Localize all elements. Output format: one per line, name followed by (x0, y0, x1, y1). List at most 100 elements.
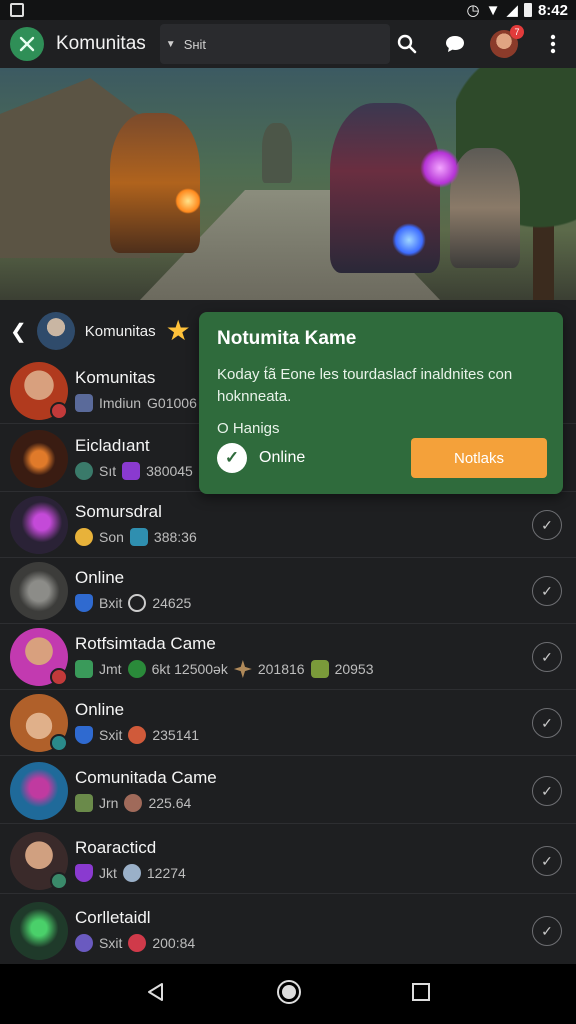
list-item[interactable]: Corlletaidl Sxit 200:84 ✓ (0, 896, 576, 964)
notification-popup: Notumita Kame Koday t́ã Eone les tourdas… (199, 312, 563, 494)
status-badge (50, 668, 68, 686)
item-title: Comunitada Came (75, 768, 217, 787)
item-title: Online (75, 700, 125, 719)
check-button[interactable]: ✓ (532, 776, 562, 806)
game-banner-image[interactable]: 0 ⚘ (0, 68, 576, 300)
battery-icon (523, 3, 532, 17)
spark-icon (233, 660, 252, 678)
shield-icon (75, 726, 93, 744)
check-button[interactable]: ✓ (532, 846, 562, 876)
banner-fire-effect (175, 188, 201, 214)
wifi-icon: ▼ (485, 1, 501, 19)
check-button[interactable]: ✓ (532, 576, 562, 606)
rank-icon (129, 528, 148, 546)
list-item[interactable]: Online Sxit 235141 ✓ (0, 688, 576, 756)
item-meta: Bxit 24625 (75, 594, 191, 612)
check-button[interactable]: ✓ (532, 708, 562, 738)
emoji-icon (124, 794, 143, 812)
home-icon[interactable] (276, 979, 302, 1010)
list-item[interactable]: Roaracticd Jkt 12274 ✓ (0, 826, 576, 894)
banner-magic-effect (420, 148, 460, 188)
status-badge (50, 734, 68, 752)
check-button[interactable]: ✓ (532, 642, 562, 672)
banner-character-knight (450, 148, 520, 268)
item-meta: Jrn 225.64 (75, 794, 191, 812)
rank-icon (75, 934, 93, 952)
list-header-title: Komunitas (84, 322, 156, 340)
status-bar: ◷ ▼ ◢ 8:42 (0, 0, 576, 20)
status-badge (50, 872, 68, 890)
emoji-icon (128, 934, 147, 952)
emoji-icon (122, 864, 141, 882)
item-meta: Son 388:36 (75, 528, 197, 546)
profile-avatar[interactable]: 7 (490, 25, 524, 58)
checkmark-icon[interactable]: ✓ (217, 443, 247, 473)
item-title: Rotfsimtada Came (75, 634, 216, 653)
more-vertical-icon[interactable] (540, 31, 566, 57)
avatar (10, 762, 68, 820)
avatar (10, 902, 68, 960)
item-meta: Imdiun G01006 (75, 394, 197, 412)
item-title: Eicladıant (75, 436, 150, 455)
gem-icon (122, 462, 141, 480)
check-button[interactable]: ✓ (532, 916, 562, 946)
badge-icon (310, 660, 329, 678)
banner-energy-effect (392, 223, 426, 257)
signal-icon: ◢ (506, 2, 518, 19)
banner-character-warrior (110, 113, 200, 253)
item-meta: Jkt 12274 (75, 864, 186, 882)
community-avatar (36, 312, 75, 350)
item-title: Komunitas (75, 368, 156, 387)
app-actions: 7 (394, 25, 566, 58)
avatar (10, 496, 68, 554)
list-item[interactable]: Comunitada Came Jrn 225.64 ✓ (0, 756, 576, 824)
back-icon[interactable] (145, 981, 167, 1008)
notification-badge: 7 (510, 25, 524, 39)
check-button[interactable]: ✓ (532, 510, 562, 540)
avatar (10, 562, 68, 620)
notlaks-button[interactable]: Notlaks (411, 438, 547, 478)
system-nav-bar (0, 964, 576, 1024)
popup-status-label: Online (259, 449, 306, 466)
list-item[interactable]: Rotfsimtada Came Jmt 6kt 12500ək 201816 … (0, 622, 576, 690)
rank-icon (75, 394, 93, 412)
list-item[interactable]: Online Bxit 24625 ✓ (0, 556, 576, 624)
emoji-icon (128, 726, 147, 744)
popup-actions: ✓ Online Notlaks (217, 438, 547, 478)
back-chevron-icon[interactable]: ❮ (10, 319, 27, 344)
item-meta: Sxit 200:84 (75, 934, 195, 952)
status-badge (50, 402, 68, 420)
app-bar: Komunitas ▼ Sнit 7 (0, 20, 576, 68)
search-icon[interactable] (394, 31, 420, 57)
close-x-logo-icon[interactable] (10, 27, 44, 61)
target-icon (128, 594, 147, 612)
item-title: Corlletaidl (75, 908, 151, 927)
item-title: Roaracticd (75, 838, 157, 857)
alarm-icon: ◷ (466, 2, 480, 19)
chat-bubble-icon[interactable] (442, 31, 468, 57)
rank-icon (75, 660, 93, 678)
shield-icon (75, 864, 93, 882)
list-item[interactable]: Somursdral Son 388:36 ✓ (0, 490, 576, 558)
popup-body: Koday t́ã Eone les tourdaslacf inaldnite… (217, 366, 513, 405)
item-meta: Sxit 235141 (75, 726, 199, 744)
emoji-icon (75, 528, 93, 546)
rank-icon (75, 794, 93, 812)
recents-icon[interactable] (411, 982, 431, 1007)
dropdown-caret-icon[interactable]: ▼ (166, 39, 176, 50)
item-title: Somursdral (75, 502, 162, 521)
clock: 8:42 (537, 1, 568, 19)
app-title: Komunitas (56, 33, 146, 54)
rank-icon (75, 462, 93, 480)
popup-subtitle: O Hanigs (217, 420, 280, 437)
item-meta: Jmt 6kt 12500ək 201816 20953 (75, 660, 374, 678)
app-notification-icon (10, 3, 24, 17)
star-icon[interactable]: ★ (166, 317, 194, 345)
banner-character-distant (262, 123, 292, 183)
gear-icon (127, 660, 146, 678)
status-icons: ◷ ▼ ◢ 8:42 (466, 1, 568, 20)
search-input-text: Sнit (183, 36, 207, 52)
popup-title: Notumita Kame (217, 328, 357, 349)
item-meta: Sıt 380045 (75, 462, 193, 480)
search-input[interactable]: ▼ Sнit (159, 24, 390, 64)
